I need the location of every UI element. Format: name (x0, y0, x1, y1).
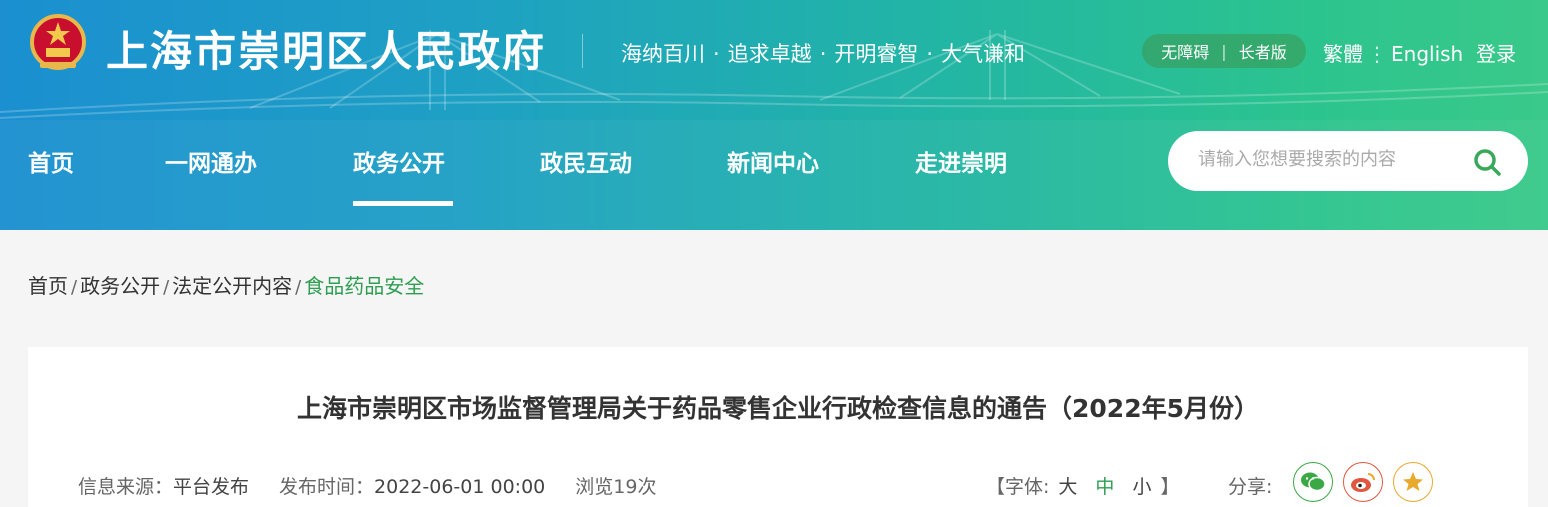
view-count: 浏览19次 (575, 476, 657, 498)
breadcrumb-item-government-affairs[interactable]: 政务公开 (80, 274, 160, 298)
nav-active-indicator (353, 201, 453, 206)
slogan-part: 大气谦和 (941, 42, 1026, 66)
breadcrumb-item-home[interactable]: 首页 (28, 274, 68, 298)
slogan-part: 追求卓越 (727, 42, 812, 66)
site-title: 上海市崇明区人民政府 (106, 27, 547, 76)
nav-item-online-services[interactable]: 一网通办 (165, 144, 257, 178)
breadcrumb-item-food-drug-safety[interactable]: 食品药品安全 (304, 274, 424, 298)
weibo-share-button[interactable] (1343, 462, 1383, 502)
elderly-version-link[interactable]: 长者版 (1239, 39, 1287, 63)
accessibility-link[interactable]: 无障碍 (1161, 39, 1209, 63)
search-box (1168, 131, 1528, 191)
nav-item-government-affairs[interactable]: 政务公开 (353, 144, 445, 178)
font-size-small[interactable]: 小 (1132, 476, 1151, 498)
national-emblem-icon (30, 14, 86, 70)
wechat-share-button[interactable] (1293, 462, 1333, 502)
article-title: 上海市崇明区市场监督管理局关于药品零售企业行政检查信息的通告（2022年5月份） (297, 394, 1259, 423)
login-link[interactable]: 登录 (1476, 38, 1516, 67)
search-input[interactable] (1198, 149, 1448, 170)
publish-time-label: 发布时间： (279, 476, 375, 498)
wechat-icon (1301, 472, 1326, 492)
breadcrumb: 首页 / 政务公开 / 法定公开内容 / 食品药品安全 (28, 274, 425, 298)
font-size-medium[interactable]: 中 (1095, 476, 1114, 498)
font-size-label: 【字体: (986, 476, 1050, 498)
search-icon[interactable] (1472, 147, 1502, 177)
font-size-selector: 【字体: 大中小】 (986, 472, 1179, 499)
nav-item-home[interactable]: 首页 (28, 144, 74, 178)
article-card: 上海市崇明区市场监督管理局关于药品零售企业行政检查信息的通告（2022年5月份）… (28, 347, 1528, 507)
nav-item-interaction[interactable]: 政民互动 (540, 144, 632, 178)
article-meta: 信息来源：平台发布 发布时间：2022-06-01 00:00 浏览19次 (78, 472, 656, 499)
share-label: 分享: (1228, 476, 1273, 498)
traditional-chinese-link[interactable]: 繁體 (1323, 42, 1363, 66)
slogan-part: 海纳百川 (621, 42, 705, 66)
nav-item-news-center[interactable]: 新闻中心 (727, 144, 819, 178)
nav-item-about-chongming[interactable]: 走进崇明 (915, 144, 1007, 178)
font-size-large[interactable]: 大 (1058, 476, 1077, 498)
font-size-label-close: 】 (1160, 476, 1180, 498)
favorite-share-button[interactable] (1393, 462, 1433, 502)
source-value: 平台发布 (173, 476, 250, 498)
favorite-star-icon (1403, 472, 1423, 491)
language-switcher: 繁體 ⋮ English (1323, 42, 1464, 66)
english-link[interactable]: English (1391, 42, 1463, 66)
breadcrumb-item-statutory-disclosure[interactable]: 法定公开内容 (172, 274, 292, 298)
slogan-part: 开明睿智 (834, 42, 919, 66)
site-slogan: 海纳百川 · 追求卓越 · 开明睿智 · 大气谦和 (621, 42, 1026, 66)
publish-time-value: 2022-06-01 00:00 (374, 476, 546, 498)
source-label: 信息来源： (78, 476, 174, 498)
title-divider (582, 34, 583, 68)
accessibility-toggle-group: 无障碍 | 长者版 (1142, 34, 1306, 68)
site-header: 上海市崇明区人民政府 海纳百川 · 追求卓越 · 开明睿智 · 大气谦和 无障碍 | 长者版… (0, 0, 1548, 230)
weibo-icon (1351, 473, 1375, 492)
